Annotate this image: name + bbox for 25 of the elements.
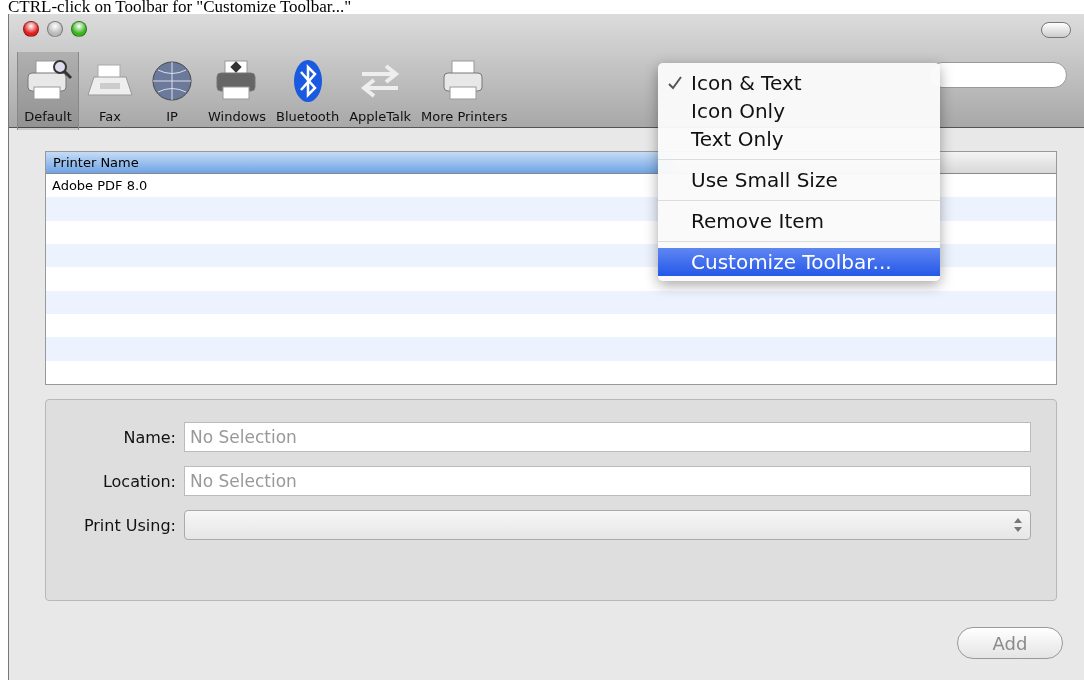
menu-item[interactable]: Remove Item xyxy=(658,207,940,235)
menu-item[interactable]: Text Only xyxy=(658,125,940,153)
field-label: Print Using: xyxy=(82,515,176,535)
toolbar-item[interactable]: Bluetooth xyxy=(271,52,345,130)
toolbar-item[interactable]: Fax xyxy=(79,52,141,130)
caption-text: CTRL-click on Toolbar for "Customize Toolbar..." xyxy=(7,0,353,14)
toolbar-item[interactable]: More Printers xyxy=(416,52,513,130)
menu-item[interactable]: Icon & Text xyxy=(658,69,940,97)
toolbar-item[interactable]: IP xyxy=(141,52,203,130)
toolbar-item[interactable]: AppleTalk xyxy=(344,52,417,130)
check-icon xyxy=(668,76,682,90)
menu-item[interactable]: Customize Toolbar... xyxy=(658,248,940,276)
field-label: Name: xyxy=(122,427,176,447)
zoom-button[interactable] xyxy=(71,21,87,37)
text-field[interactable]: No Selection xyxy=(184,466,1031,496)
stepper-icon xyxy=(1014,518,1022,532)
text-field[interactable]: No Selection xyxy=(184,422,1031,452)
toolbar-toggle-button[interactable] xyxy=(1041,22,1071,38)
minimize-button[interactable] xyxy=(47,21,63,37)
toolbar-item[interactable]: Default xyxy=(17,52,79,130)
table-cell-text: Adobe PDF 8.0 xyxy=(51,178,148,194)
toolbar-item[interactable]: Windows xyxy=(203,52,272,130)
field-label: Location: xyxy=(101,471,176,491)
menu-item[interactable]: Icon Only xyxy=(658,97,940,125)
close-button[interactable] xyxy=(23,21,39,37)
